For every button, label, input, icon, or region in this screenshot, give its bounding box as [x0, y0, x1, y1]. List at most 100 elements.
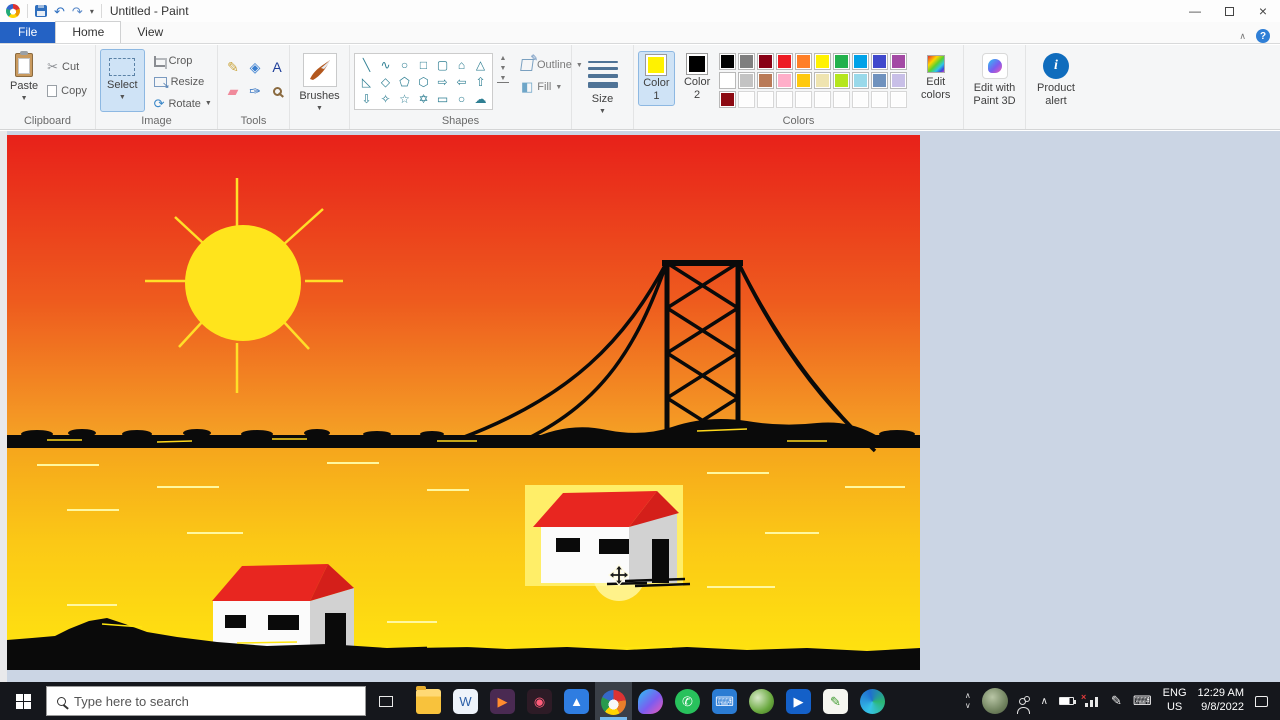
- taskbar-paint-3d-icon[interactable]: [632, 682, 669, 720]
- shape-callout-oval-icon[interactable]: ○: [452, 90, 471, 107]
- hidden-icons-chevron[interactable]: ∧: [1041, 696, 1048, 707]
- size-button[interactable]: Size ▼: [576, 49, 629, 119]
- user-avatar[interactable]: [982, 688, 1008, 714]
- taskbar-file-explorer-icon[interactable]: [410, 682, 447, 720]
- text-tool-icon[interactable]: A: [272, 59, 281, 75]
- close-button[interactable]: ×: [1246, 0, 1280, 22]
- search-input[interactable]: [74, 694, 355, 709]
- shape-polygon-icon[interactable]: ⌂: [452, 56, 471, 73]
- brushes-button[interactable]: Brushes ▼: [294, 49, 345, 116]
- paste-button[interactable]: Paste ▼: [4, 49, 44, 106]
- shape-line-icon[interactable]: ╲: [357, 56, 376, 73]
- tab-file[interactable]: File: [0, 22, 55, 43]
- taskbar-photos-icon[interactable]: ▲: [558, 682, 595, 720]
- taskbar-lens-icon[interactable]: [743, 682, 780, 720]
- color1-button[interactable]: Color 1: [638, 51, 675, 106]
- palette-swatch[interactable]: [777, 54, 792, 69]
- shape-arrow-down-icon[interactable]: ⇩: [357, 90, 376, 107]
- tab-view[interactable]: View: [121, 22, 179, 43]
- shape-star-4-icon[interactable]: ✧: [376, 90, 395, 107]
- action-center-icon[interactable]: [1255, 696, 1268, 707]
- taskbar-media-player-icon[interactable]: ▶: [484, 682, 521, 720]
- palette-swatch[interactable]: [758, 92, 773, 107]
- magnifier-icon[interactable]: [273, 87, 282, 96]
- palette-swatch[interactable]: [739, 54, 754, 69]
- paint-canvas[interactable]: [7, 135, 920, 670]
- help-icon[interactable]: ?: [1256, 29, 1270, 43]
- palette-swatch[interactable]: [815, 73, 830, 88]
- palette-swatch[interactable]: [834, 54, 849, 69]
- clock[interactable]: 12:29 AM 9/8/2022: [1198, 687, 1244, 715]
- palette-swatch[interactable]: [872, 73, 887, 88]
- taskbar-search[interactable]: [46, 686, 366, 716]
- shapes-scroll-up-icon[interactable]: ▲: [497, 55, 509, 62]
- palette-swatch[interactable]: [720, 54, 735, 69]
- taskbar-video-player-icon[interactable]: ▶: [780, 682, 817, 720]
- cut-button[interactable]: ✂Cut: [44, 57, 90, 77]
- shape-star-6-icon[interactable]: ✡: [414, 90, 433, 107]
- shape-star-5-icon[interactable]: ☆: [395, 90, 414, 107]
- task-view-button[interactable]: [366, 682, 406, 720]
- shape-callout-rounded-icon[interactable]: ▭: [433, 90, 452, 107]
- shape-pentagon-icon[interactable]: ⬠: [395, 73, 414, 90]
- color2-button[interactable]: Color 2: [679, 51, 716, 104]
- taskbar-wps-writer-icon[interactable]: W: [447, 682, 484, 720]
- palette-swatch[interactable]: [777, 73, 792, 88]
- select-button[interactable]: Select ▼: [100, 49, 145, 112]
- palette-swatch[interactable]: [834, 92, 849, 107]
- palette-swatch[interactable]: [739, 92, 754, 107]
- product-alert-button[interactable]: i Product alert: [1030, 49, 1082, 107]
- shape-triangle-icon[interactable]: △: [471, 56, 490, 73]
- crop-button[interactable]: Crop: [151, 53, 215, 69]
- shapes-more-icon[interactable]: ▼: [497, 75, 509, 83]
- shape-rounded-rectangle-icon[interactable]: ▢: [433, 56, 452, 73]
- shape-hexagon-icon[interactable]: ⬡: [414, 73, 433, 90]
- edit-with-paint3d-button[interactable]: Edit with Paint 3D: [968, 49, 1021, 107]
- network-icon[interactable]: ×: [1085, 695, 1100, 707]
- touch-keyboard-icon[interactable]: ⌨: [1133, 693, 1152, 709]
- people-icon[interactable]: [1019, 698, 1026, 705]
- palette-swatch[interactable]: [834, 73, 849, 88]
- palette-swatch[interactable]: [777, 92, 792, 107]
- shape-rectangle-icon[interactable]: □: [414, 56, 433, 73]
- palette-swatch[interactable]: [853, 54, 868, 69]
- tray-scroll-down-icon[interactable]: ∨: [965, 702, 971, 710]
- edit-colors-button[interactable]: Edit colors: [912, 51, 959, 101]
- tray-scroll-up-icon[interactable]: ∧: [965, 692, 971, 700]
- language-indicator[interactable]: ENGUS: [1163, 687, 1187, 715]
- copy-button[interactable]: Copy: [44, 83, 90, 99]
- palette-swatch[interactable]: [796, 73, 811, 88]
- tab-home[interactable]: Home: [55, 21, 121, 43]
- shape-arrow-up-icon[interactable]: ⇧: [471, 73, 490, 90]
- palette-swatch[interactable]: [872, 54, 887, 69]
- shape-curve-icon[interactable]: ∿: [376, 56, 395, 73]
- palette-swatch[interactable]: [891, 73, 906, 88]
- palette-swatch[interactable]: [815, 54, 830, 69]
- palette-swatch[interactable]: [891, 92, 906, 107]
- palette-swatch[interactable]: [720, 73, 735, 88]
- redo-icon[interactable]: ↷: [72, 5, 83, 18]
- eraser-icon[interactable]: ▰: [228, 83, 239, 100]
- shapes-scroll-down-icon[interactable]: ▼: [497, 65, 509, 72]
- shape-arrow-right-icon[interactable]: ⇨: [433, 73, 452, 90]
- taskbar-music-app-icon[interactable]: ◉: [521, 682, 558, 720]
- customize-qat-dropdown-icon[interactable]: ▾: [90, 7, 94, 16]
- taskbar-notes-icon[interactable]: ✎: [817, 682, 854, 720]
- shape-arrow-left-icon[interactable]: ⇦: [452, 73, 471, 90]
- taskbar-whatsapp-icon[interactable]: ✆: [669, 682, 706, 720]
- palette-swatch[interactable]: [796, 92, 811, 107]
- palette-swatch[interactable]: [853, 92, 868, 107]
- taskbar-remote-keyboard-icon[interactable]: ⌨: [706, 682, 743, 720]
- battery-icon[interactable]: [1059, 697, 1074, 705]
- resize-button[interactable]: Resize: [151, 74, 215, 90]
- palette-swatch[interactable]: [739, 73, 754, 88]
- tray-scroll-arrows[interactable]: ∧ ∨: [965, 692, 971, 710]
- taskbar-paint-icon[interactable]: [595, 682, 632, 720]
- undo-icon[interactable]: ↶: [54, 5, 65, 18]
- shape-right-triangle-icon[interactable]: ◺: [357, 73, 376, 90]
- minimize-button[interactable]: —: [1178, 0, 1212, 22]
- palette-swatch[interactable]: [720, 92, 735, 107]
- rotate-button[interactable]: ⟳Rotate ▼: [151, 95, 215, 112]
- palette-swatch[interactable]: [758, 73, 773, 88]
- collapse-ribbon-icon[interactable]: ∧: [1239, 31, 1246, 42]
